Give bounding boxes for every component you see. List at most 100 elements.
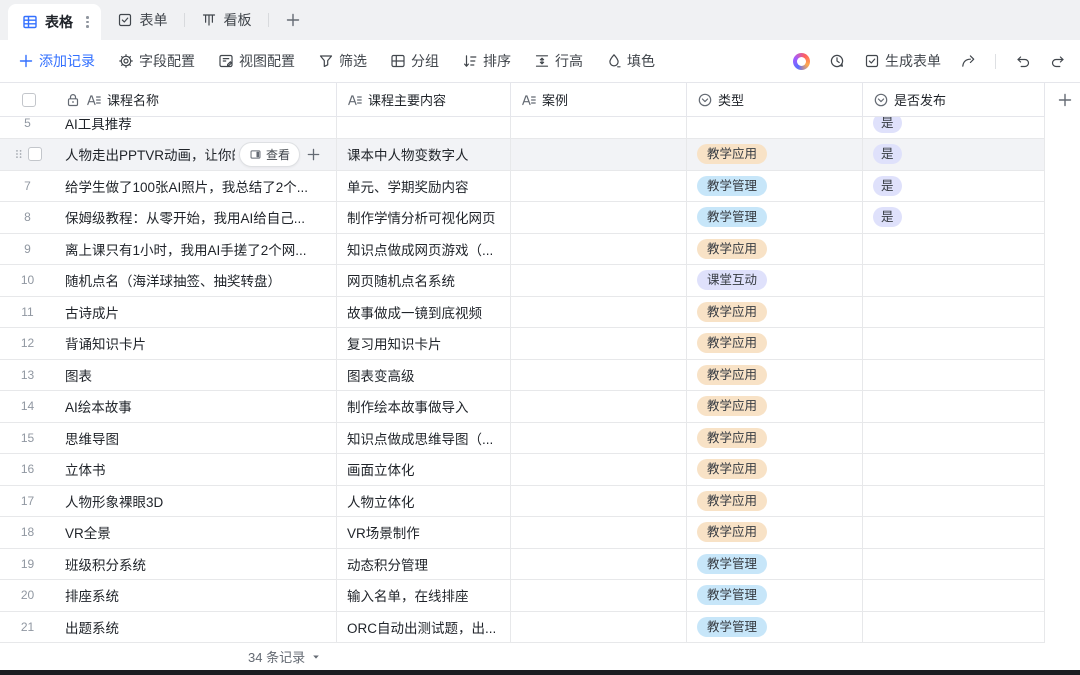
cell-type[interactable]: 教学应用 <box>687 328 863 359</box>
column-header-3[interactable]: 类型 <box>687 83 863 116</box>
cell-type[interactable] <box>687 117 863 138</box>
cell-published[interactable] <box>863 454 1045 485</box>
toolbar-view-config-button[interactable]: 视图配置 <box>218 51 295 71</box>
cell-published[interactable] <box>863 328 1045 359</box>
cell-type[interactable]: 教学管理 <box>687 171 863 202</box>
cell-course-name[interactable]: 出题系统 <box>55 612 337 643</box>
share-button[interactable] <box>960 53 976 69</box>
cell-course-content[interactable]: 知识点做成网页游戏（... <box>337 234 511 265</box>
column-header-1[interactable]: 课程主要内容 <box>337 83 511 116</box>
ai-assistant-button[interactable] <box>793 53 810 70</box>
select-all-checkbox[interactable] <box>22 93 36 107</box>
cell-published[interactable] <box>863 580 1045 611</box>
toolbar-group-button[interactable]: 分组 <box>390 51 439 71</box>
cell-course-content[interactable]: ORC自动出测试题，出... <box>337 612 511 643</box>
cell-type[interactable]: 教学应用 <box>687 454 863 485</box>
cell-case[interactable] <box>511 517 687 548</box>
cell-published[interactable] <box>863 486 1045 517</box>
cell-type[interactable]: 教学应用 <box>687 234 863 265</box>
cell-course-content[interactable]: 网页随机点名系统 <box>337 265 511 296</box>
cell-course-name[interactable]: 背诵知识卡片 <box>55 328 337 359</box>
cell-type[interactable]: 教学应用 <box>687 297 863 328</box>
cell-published[interactable]: 是 <box>863 202 1045 233</box>
cell-type[interactable]: 教学应用 <box>687 139 863 170</box>
cell-type[interactable]: 教学应用 <box>687 423 863 454</box>
cell-case[interactable] <box>511 297 687 328</box>
cell-course-content[interactable]: 复习用知识卡片 <box>337 328 511 359</box>
cell-course-name[interactable]: AI工具推荐 <box>55 117 337 138</box>
drag-handle-icon[interactable] <box>13 146 25 162</box>
generate-form-button[interactable]: 生成表单 <box>864 51 941 71</box>
cell-course-content[interactable]: 人物立体化 <box>337 486 511 517</box>
cell-published[interactable] <box>863 517 1045 548</box>
cell-published[interactable] <box>863 612 1045 643</box>
cell-course-name[interactable]: 人物形象裸眼3D <box>55 486 337 517</box>
cell-type[interactable]: 教学管理 <box>687 612 863 643</box>
cell-course-content[interactable]: 输入名单，在线排座 <box>337 580 511 611</box>
cell-case[interactable] <box>511 360 687 391</box>
cell-course-name[interactable]: 班级积分系统 <box>55 549 337 580</box>
expand-record-button[interactable]: 查看 <box>239 142 300 167</box>
cell-course-content[interactable]: 动态积分管理 <box>337 549 511 580</box>
cell-case[interactable] <box>511 580 687 611</box>
cell-course-name[interactable]: 给学生做了100张AI照片，我总结了2个... <box>55 171 337 202</box>
row-checkbox[interactable] <box>28 147 42 161</box>
cell-published[interactable] <box>863 360 1045 391</box>
cell-case[interactable] <box>511 612 687 643</box>
cell-course-content[interactable]: 单元、学期奖励内容 <box>337 171 511 202</box>
cell-case[interactable] <box>511 265 687 296</box>
cell-course-name[interactable]: 随机点名（海洋球抽签、抽奖转盘） <box>55 265 337 296</box>
cell-course-content[interactable]: 制作绘本故事做导入 <box>337 391 511 422</box>
cell-type[interactable]: 课堂互动 <box>687 265 863 296</box>
cell-course-content[interactable]: 课本中人物变数字人 <box>337 139 511 170</box>
cell-case[interactable] <box>511 328 687 359</box>
cell-course-content[interactable] <box>337 117 511 138</box>
tab-table[interactable]: 表格 <box>8 4 101 40</box>
cell-case[interactable] <box>511 202 687 233</box>
cell-course-content[interactable]: VR场景制作 <box>337 517 511 548</box>
cell-case[interactable] <box>511 234 687 265</box>
cell-published[interactable] <box>863 549 1045 580</box>
cell-case[interactable] <box>511 139 687 170</box>
cell-case[interactable] <box>511 549 687 580</box>
undo-button[interactable] <box>1015 53 1031 69</box>
cell-course-name[interactable]: 排座系统 <box>55 580 337 611</box>
add-view-button[interactable] <box>269 0 317 40</box>
cell-published[interactable] <box>863 297 1045 328</box>
cell-published[interactable]: 是 <box>863 171 1045 202</box>
cell-course-name[interactable]: 保姆级教程：从零开始，我用AI给自己... <box>55 202 337 233</box>
cell-course-name[interactable]: 古诗成片 <box>55 297 337 328</box>
tab-form[interactable]: 表单 <box>101 0 184 40</box>
cell-case[interactable] <box>511 486 687 517</box>
cell-course-name[interactable]: 人物走出PPTVR动画，让你的查看 <box>55 139 337 170</box>
cell-course-content[interactable]: 故事做成一镜到底视频 <box>337 297 511 328</box>
cell-case[interactable] <box>511 454 687 485</box>
cell-type[interactable]: 教学管理 <box>687 580 863 611</box>
cell-course-name[interactable]: VR全景 <box>55 517 337 548</box>
cell-type[interactable]: 教学管理 <box>687 202 863 233</box>
toolbar-field-config-button[interactable]: 字段配置 <box>118 51 195 71</box>
toolbar-row-height-button[interactable]: 行高 <box>534 51 583 71</box>
cell-published[interactable] <box>863 391 1045 422</box>
cell-case[interactable] <box>511 423 687 454</box>
tab-kanban[interactable]: 看板 <box>185 0 268 40</box>
cell-published[interactable] <box>863 423 1045 454</box>
cell-course-name[interactable]: 思维导图 <box>55 423 337 454</box>
toolbar-fill-color-button[interactable]: 填色 <box>606 51 655 71</box>
cell-course-name[interactable]: 离上课只有1小时，我用AI手搓了2个网... <box>55 234 337 265</box>
redo-button[interactable] <box>1050 53 1066 69</box>
tab-menu-icon[interactable] <box>84 14 91 30</box>
cell-type[interactable]: 教学应用 <box>687 486 863 517</box>
cell-published[interactable]: 是 <box>863 139 1045 170</box>
toolbar-add-record-button[interactable]: 添加记录 <box>18 51 95 71</box>
cell-published[interactable]: 是 <box>863 117 1045 138</box>
cell-type[interactable]: 教学应用 <box>687 391 863 422</box>
cell-course-content[interactable]: 画面立体化 <box>337 454 511 485</box>
cell-type[interactable]: 教学应用 <box>687 517 863 548</box>
history-button[interactable] <box>829 53 845 69</box>
cell-published[interactable] <box>863 234 1045 265</box>
add-subitem-button[interactable] <box>306 144 326 164</box>
cell-course-name[interactable]: AI绘本故事 <box>55 391 337 422</box>
column-header-4[interactable]: 是否发布 <box>863 83 1045 116</box>
cell-type[interactable]: 教学管理 <box>687 549 863 580</box>
